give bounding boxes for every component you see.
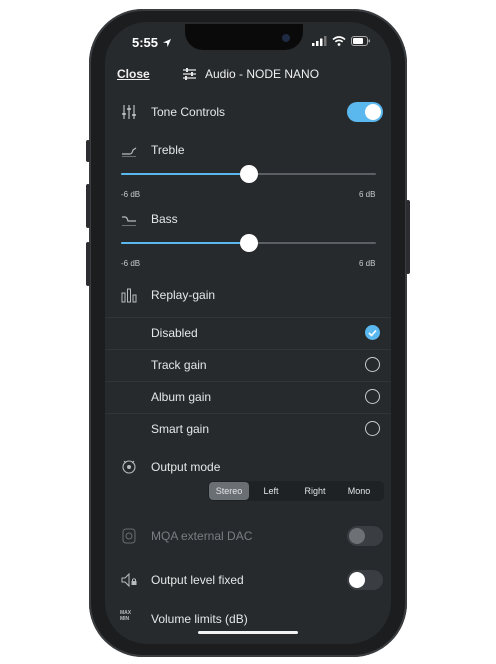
output-mode-segmented-control[interactable]: Stereo Left Right Mono: [208, 481, 384, 501]
output-mode-icon: [122, 460, 136, 474]
equalizer-icon: [122, 105, 136, 119]
bass-min-label: -6 dB: [121, 259, 141, 268]
dynamic-island: [185, 24, 303, 50]
replay-gain-label: Replay-gain: [151, 288, 216, 302]
treble-slider-thumb[interactable]: [239, 165, 258, 183]
bass-slider-fill: [121, 242, 249, 244]
segment-right[interactable]: Right: [293, 482, 337, 500]
treble-min-label: -6 dB: [121, 190, 141, 199]
bass-slider-thumb[interactable]: [239, 234, 258, 252]
treble-label: Treble: [151, 143, 185, 157]
toggle-knob: [349, 572, 365, 588]
bass-curve-icon: [122, 216, 136, 226]
replay-option-label: Smart gain: [151, 422, 210, 436]
segment-left[interactable]: Left: [249, 482, 293, 500]
location-arrow-icon: [162, 39, 171, 47]
output-level-fixed-toggle[interactable]: [347, 570, 383, 590]
bass-slider[interactable]: [121, 234, 376, 252]
toggle-knob: [365, 104, 381, 120]
treble-slider[interactable]: [121, 165, 376, 183]
replay-option-label: Album gain: [151, 390, 212, 404]
replay-gain-icon: [121, 288, 137, 303]
home-indicator: [198, 631, 298, 634]
mute-switch: [86, 140, 90, 162]
wifi-icon: [332, 36, 346, 46]
app-screen: 5:55 Close Audio - NODE NANO Tone Contro…: [105, 22, 391, 644]
status-time: 5:55: [132, 35, 172, 50]
bass-label: Bass: [151, 212, 178, 226]
output-level-fixed-label: Output level fixed: [151, 573, 244, 587]
speaker-lock-icon: [121, 572, 137, 588]
tone-controls-label: Tone Controls: [151, 105, 226, 119]
volume-down-button: [86, 242, 90, 286]
replay-option-radio[interactable]: [365, 357, 380, 372]
treble-max-label: 6 dB: [359, 190, 376, 199]
replay-option-label: Disabled: [151, 326, 198, 340]
mqa-dac-icon: [122, 528, 136, 544]
cellular-signal-icon: [312, 36, 327, 46]
treble-curve-icon: [122, 147, 137, 157]
page-title: Audio - NODE NANO: [183, 67, 319, 81]
sliders-icon: [183, 68, 196, 80]
camera-icon: [282, 34, 290, 42]
treble-slider-fill: [121, 173, 249, 175]
volume-up-button: [86, 184, 90, 228]
replay-option-track-gain[interactable]: Track gain: [105, 350, 391, 381]
volume-limits-label: Volume limits (dB): [151, 612, 248, 626]
toggle-knob: [349, 528, 365, 544]
replay-option-radio[interactable]: [365, 389, 380, 404]
volume-limits-icon: MAX MIN: [120, 610, 132, 622]
output-mode-label: Output mode: [151, 460, 221, 474]
replay-option-album-gain[interactable]: Album gain: [105, 382, 391, 413]
segment-mono[interactable]: Mono: [337, 482, 381, 500]
bass-max-label: 6 dB: [359, 259, 376, 268]
mqa-label: MQA external DAC: [151, 529, 253, 543]
mqa-toggle: [347, 526, 383, 546]
power-button: [406, 200, 410, 274]
tone-controls-toggle[interactable]: [347, 102, 383, 122]
replay-option-smart-gain[interactable]: Smart gain: [105, 414, 391, 445]
segment-stereo[interactable]: Stereo: [209, 482, 249, 500]
checkmark-icon: [368, 329, 377, 337]
battery-icon: [351, 36, 370, 46]
replay-option-radio[interactable]: [365, 325, 380, 340]
replay-option-disabled[interactable]: Disabled: [105, 318, 391, 349]
status-icons: [312, 36, 371, 46]
close-button[interactable]: Close: [117, 67, 150, 81]
replay-option-label: Track gain: [151, 358, 207, 372]
replay-option-radio[interactable]: [365, 421, 380, 436]
